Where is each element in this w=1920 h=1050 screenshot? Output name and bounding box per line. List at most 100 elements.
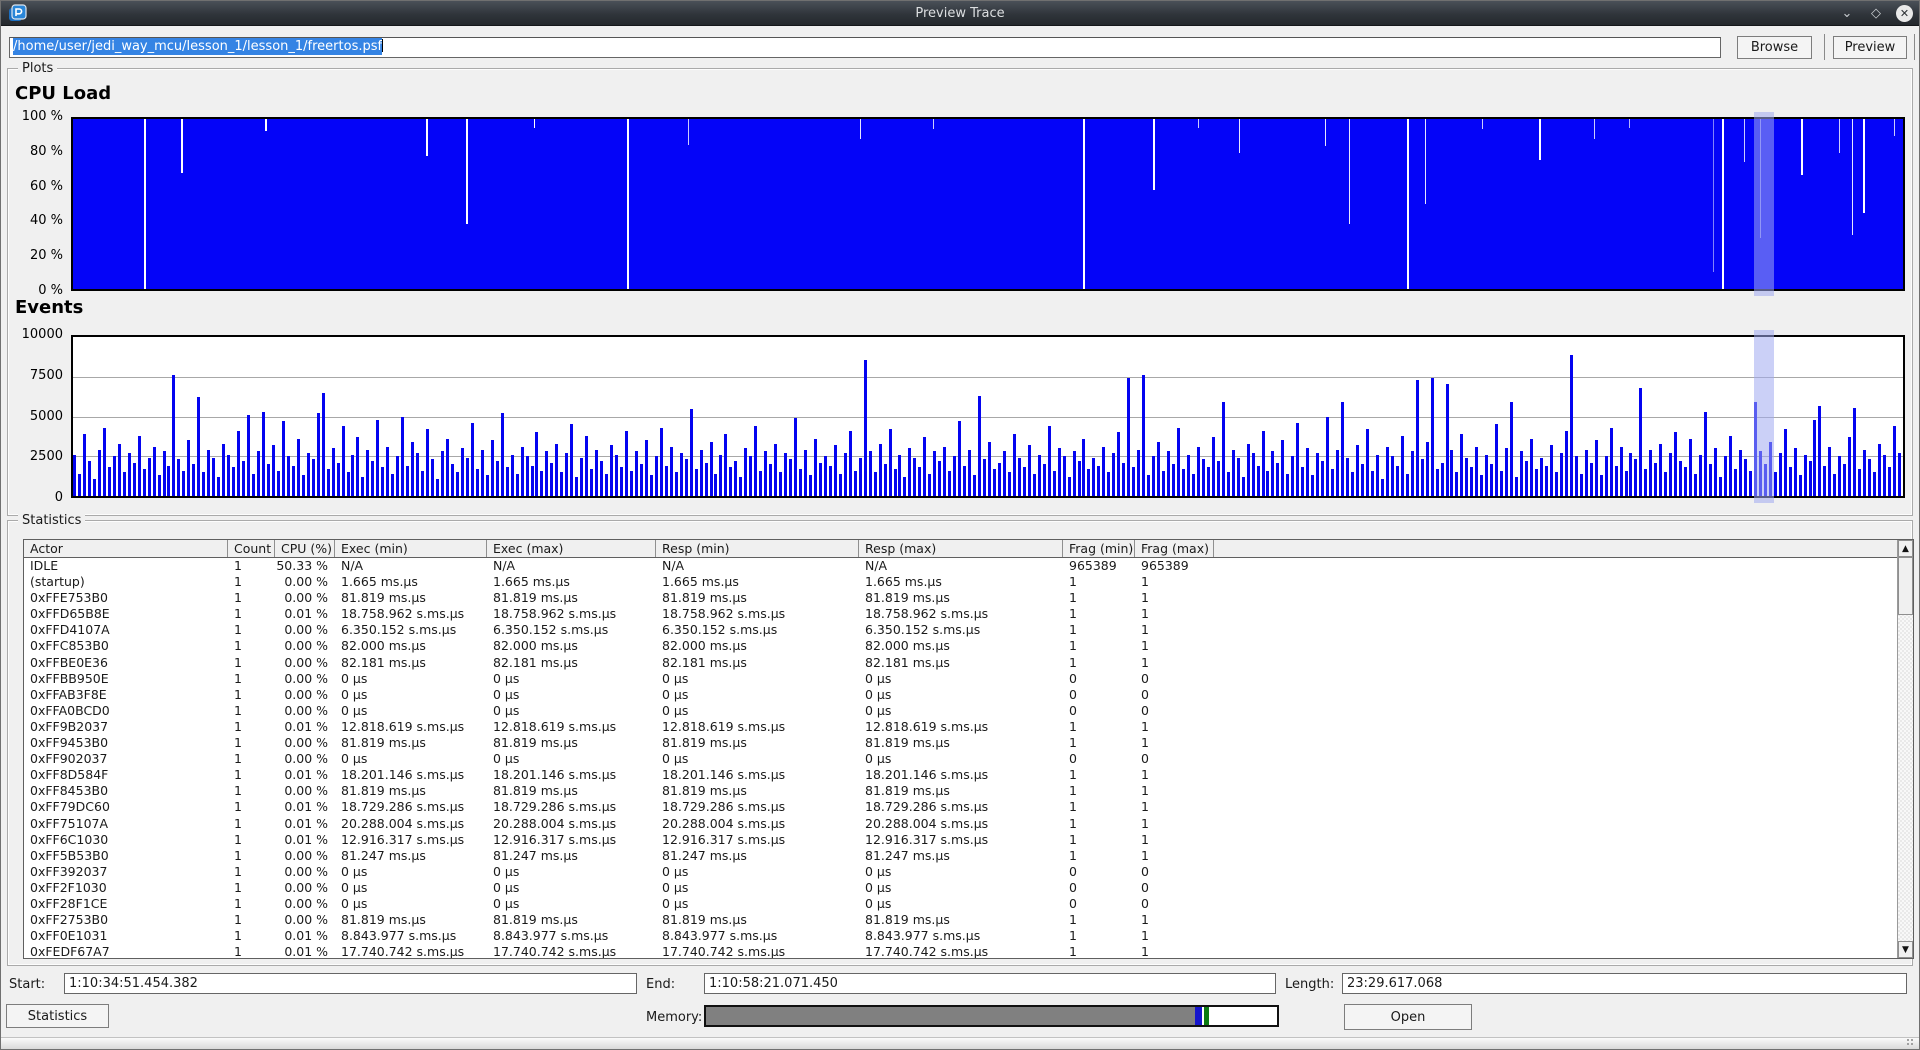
table-row[interactable]: 0xFFAB3F8E10.00 %0 µs0 µs0 µs0 µs00 [24,687,1913,703]
table-row[interactable]: 0xFFE753B010.00 %81.819 ms.µs81.819 ms.µ… [24,590,1913,606]
event-bar [1699,455,1702,496]
table-row[interactable]: 0xFF8D584F10.01 %18.201.146 s.ms.µs18.20… [24,767,1913,783]
table-header-row[interactable]: ActorCountCPU (%)Exec (min)Exec (max)Res… [24,540,1913,558]
table-row[interactable]: 0xFFBE0E3610.00 %82.181 ms.µs82.181 ms.µ… [24,655,1913,671]
table-row[interactable]: 0xFF0E103110.01 %8.843.977 s.ms.µs8.843.… [24,928,1913,944]
preview-button[interactable]: Preview [1833,36,1907,59]
event-bar [1863,450,1866,496]
event-bar [197,397,200,496]
event-bar [202,472,205,496]
table-row[interactable]: 0xFF9453B010.00 %81.819 ms.µs81.819 ms.µ… [24,735,1913,751]
event-bar [396,456,399,496]
table-cell: 0.01 % [275,928,335,944]
column-header[interactable]: Frag (max) [1135,540,1214,557]
maximize-button[interactable]: ◇ [1867,5,1885,23]
event-bar [1411,451,1414,496]
y-tick-label: 0 % [5,283,63,298]
scroll-down-icon[interactable]: ▼ [1898,941,1913,958]
event-bar [1102,447,1105,496]
table-row[interactable]: 0xFF9B203710.01 %12.818.619 s.ms.µs12.81… [24,719,1913,735]
column-header[interactable]: CPU (%) [275,540,335,557]
cpu-idle-dip [688,119,689,145]
cpu-idle-dip [1839,119,1840,153]
event-bar [1097,466,1100,496]
table-cell: 1 [1135,848,1214,864]
table-row[interactable]: 0xFF90203710.00 %0 µs0 µs0 µs0 µs00 [24,751,1913,767]
open-button[interactable]: Open [1344,1004,1472,1030]
column-header[interactable]: Exec (min) [335,540,487,557]
column-header[interactable]: Actor [24,540,228,557]
event-bar [645,440,648,496]
table-row[interactable]: 0xFF5B53B010.00 %81.247 ms.µs81.247 ms.µ… [24,848,1913,864]
table-row[interactable]: 0xFF8453B010.00 %81.819 ms.µs81.819 ms.µ… [24,783,1913,799]
table-row[interactable]: 0xFFD4107A10.00 %6.350.152 s.ms.µs6.350.… [24,622,1913,638]
event-bar [1868,459,1871,496]
table-row[interactable]: 0xFFC853B010.00 %82.000 ms.µs82.000 ms.µ… [24,638,1913,654]
event-bar [958,421,961,496]
table-row[interactable]: 0xFF6C103010.01 %12.916.317 s.ms.µs12.91… [24,832,1913,848]
event-bar [675,472,678,496]
event-bar [1336,450,1339,496]
cpu-idle-dip [1425,119,1426,204]
table-cell: 81.247 ms.µs [859,848,1063,864]
table-cell: 0xFFAB3F8E [24,687,228,703]
statistics-button[interactable]: Statistics [6,1004,109,1028]
table-row[interactable]: 0xFFA0BCD010.00 %0 µs0 µs0 µs0 µs00 [24,703,1913,719]
event-bar [1107,472,1110,496]
event-bar [361,477,364,496]
column-header[interactable]: Resp (max) [859,540,1063,557]
table-cell: 0 µs [656,864,859,880]
cpu-idle-dip [181,119,183,173]
table-row[interactable]: 0xFF2753B010.00 %81.819 ms.µs81.819 ms.µ… [24,912,1913,928]
table-scrollbar[interactable]: ▲ ▼ [1897,540,1913,958]
event-bar [158,475,161,496]
resize-grip-icon[interactable] [1906,1038,1915,1047]
table-row[interactable]: 0xFF75107A10.01 %20.288.004 s.ms.µs20.28… [24,816,1913,832]
table-cell: 12.818.619 s.ms.µs [487,719,656,735]
event-bar [1018,458,1021,496]
table-row[interactable]: 0xFF2F103010.00 %0 µs0 µs0 µs0 µs00 [24,880,1913,896]
selection-band-events[interactable] [1754,330,1774,503]
table-cell: 0 µs [335,880,487,896]
table-cell: 0 [1135,751,1214,767]
cpu-load-plot[interactable] [71,117,1905,291]
table-row[interactable]: 0xFF79DC6010.01 %18.729.286 s.ms.µs18.72… [24,799,1913,815]
minimize-button[interactable]: ⌄ [1838,5,1856,23]
cpu-idle-dip [1801,119,1803,175]
event-bar [690,409,693,496]
scroll-up-icon[interactable]: ▲ [1898,540,1913,557]
event-bar [560,472,563,496]
scrollbar-thumb[interactable] [1898,557,1913,615]
end-input[interactable]: 1:10:58:21.071.450 [704,973,1276,994]
memory-label: Memory: [646,1010,702,1025]
table-row[interactable]: 0xFF39203710.00 %0 µs0 µs0 µs0 µs00 [24,864,1913,880]
table-cell: 1 [1063,928,1135,944]
table-cell: 1 [1063,799,1135,815]
table-row[interactable]: 0xFFD65B8E10.01 %18.758.962 s.ms.µs18.75… [24,606,1913,622]
event-bar [1888,467,1891,496]
table-row[interactable]: (startup)10.00 %1.665 ms.µs1.665 ms.µs1.… [24,574,1913,590]
column-header[interactable]: Frag (min) [1063,540,1135,557]
start-input[interactable]: 1:10:34:51.454.382 [64,973,637,994]
event-bar [1679,461,1682,496]
column-header[interactable]: Resp (min) [656,540,859,557]
table-cell: 0xFF75107A [24,816,228,832]
event-bar [600,461,603,496]
table-cell: 0 µs [487,687,656,703]
close-button[interactable]: ✕ [1896,5,1913,22]
column-header[interactable]: Exec (max) [487,540,656,557]
events-plot[interactable] [71,335,1905,498]
length-input[interactable]: 23:29.617.068 [1342,973,1907,994]
browse-button[interactable]: Browse [1737,36,1812,59]
selection-band-cpu[interactable] [1754,112,1774,296]
table-row[interactable]: 0xFF28F1CE10.00 %0 µs0 µs0 µs0 µs00 [24,896,1913,912]
table-cell: 1 [1135,638,1214,654]
titlebar[interactable]: Preview Trace ⌄ ◇ ✕ [1,1,1919,26]
table-row[interactable]: 0xFEDF67A710.01 %17.740.742 s.ms.µs17.74… [24,944,1913,959]
trace-path-input[interactable]: /home/user/jedi_way_mcu/lesson_1/lesson_… [9,37,1721,58]
column-header[interactable]: Count [228,540,275,557]
table-row[interactable]: 0xFFBB950E10.00 %0 µs0 µs0 µs0 µs00 [24,671,1913,687]
event-bar [1371,471,1374,496]
event-bar [511,455,514,496]
table-row[interactable]: IDLE150.33 %N/AN/AN/AN/A965389965389 [24,558,1913,574]
